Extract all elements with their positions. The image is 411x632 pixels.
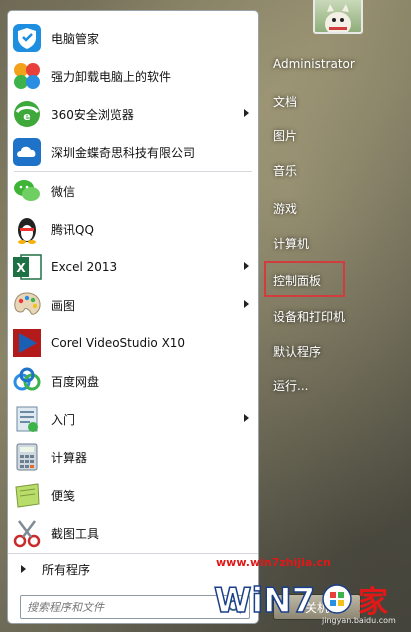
arrow-right-icon <box>21 565 26 573</box>
program-list: 电脑管家 强力卸载电脑上的软件 e 360安全浏览器 深圳金蝶奇思科技有限公司 … <box>8 19 258 552</box>
program-item[interactable]: 便笺 <box>8 476 258 514</box>
program-label: 电脑管家 <box>51 31 100 46</box>
program-item[interactable]: e 360安全浏览器 <box>8 95 258 133</box>
program-label: 百度网盘 <box>51 374 100 389</box>
corel-play-icon <box>13 329 41 357</box>
program-item[interactable]: 计算器 <box>8 438 258 476</box>
program-label: 截图工具 <box>51 526 100 541</box>
run-link[interactable]: 运行... <box>273 377 308 394</box>
cloud-app-icon <box>13 138 41 166</box>
sticky-note-icon <box>15 483 40 508</box>
program-item[interactable]: 百度网盘 <box>8 362 258 400</box>
games-link[interactable]: 游戏 <box>273 200 297 217</box>
watermark-sub: jingyan.baidu.com <box>322 616 396 625</box>
program-label: 腾讯QQ <box>51 222 94 237</box>
program-label: 微信 <box>51 184 76 199</box>
all-programs-label: 所有程序 <box>42 562 91 577</box>
devices-printers-link[interactable]: 设备和打印机 <box>273 308 345 325</box>
program-label: 计算器 <box>51 450 88 465</box>
default-programs-link[interactable]: 默认程序 <box>273 343 321 360</box>
submenu-arrow-icon[interactable] <box>244 262 249 270</box>
getting-started-icon <box>16 406 38 432</box>
program-item[interactable]: 电脑管家 <box>8 19 258 57</box>
program-item[interactable]: 微信 <box>8 172 258 210</box>
user-name-link[interactable]: Administrator <box>273 57 355 71</box>
computer-link[interactable]: 计算机 <box>273 235 309 252</box>
program-item[interactable]: 深圳金蝶奇思科技有限公司 <box>8 133 258 171</box>
program-label: 画图 <box>51 298 76 313</box>
program-label: 360安全浏览器 <box>51 107 134 122</box>
svg-text:家: 家 <box>358 585 388 620</box>
program-label: 强力卸载电脑上的软件 <box>51 69 172 84</box>
program-item[interactable]: 腾讯QQ <box>8 210 258 248</box>
submenu-arrow-icon[interactable] <box>244 109 249 117</box>
lucky-cat-icon <box>325 4 351 32</box>
paint-palette-icon <box>14 292 41 315</box>
snipping-scissors-icon <box>13 520 41 548</box>
program-label: 深圳金蝶奇思科技有限公司 <box>51 145 196 160</box>
program-label: 便笺 <box>51 488 76 503</box>
baidu-netdisk-icon <box>13 367 41 391</box>
svg-text:X: X <box>16 261 26 275</box>
program-label: Excel 2013 <box>51 260 118 274</box>
pinwheel-icon <box>14 63 40 89</box>
excel-icon: X <box>13 254 42 280</box>
music-link[interactable]: 音乐 <box>273 162 297 179</box>
qq-penguin-icon <box>18 218 36 244</box>
program-item[interactable]: X Excel 2013 <box>8 248 258 286</box>
browser-360-icon: e <box>14 101 40 127</box>
documents-link[interactable]: 文档 <box>273 93 297 110</box>
program-list-pane: 电脑管家 强力卸载电脑上的软件 e 360安全浏览器 深圳金蝶奇思科技有限公司 … <box>7 10 259 624</box>
pictures-link[interactable]: 图片 <box>273 127 297 144</box>
program-item[interactable]: 强力卸载电脑上的软件 <box>8 57 258 95</box>
program-item[interactable]: 入门 <box>8 400 258 438</box>
user-avatar[interactable] <box>313 0 363 34</box>
search-input[interactable] <box>21 597 223 618</box>
program-label: Corel VideoStudio X10 <box>51 336 186 350</box>
program-item[interactable]: 画图 <box>8 286 258 324</box>
svg-text:e: e <box>23 110 30 123</box>
wechat-icon <box>14 180 40 201</box>
shield-icon <box>13 24 41 52</box>
submenu-arrow-icon[interactable] <box>244 300 249 308</box>
program-label: 入门 <box>51 412 76 427</box>
program-item[interactable]: Corel VideoStudio X10 <box>8 324 258 362</box>
calculator-icon <box>16 443 38 471</box>
submenu-arrow-icon[interactable] <box>244 414 249 422</box>
svg-text:WiN7: WiN7 <box>214 581 315 621</box>
control-panel-link[interactable]: 控制面板 <box>273 272 321 289</box>
program-item[interactable]: 截图工具 <box>8 514 258 552</box>
